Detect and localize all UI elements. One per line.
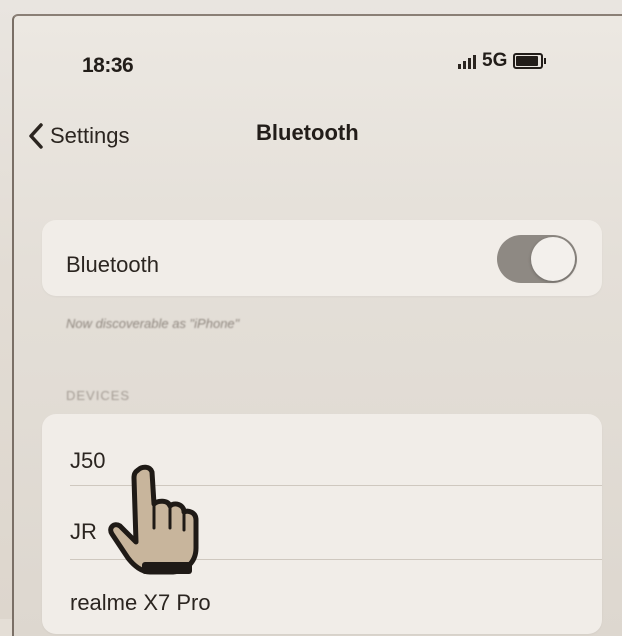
status-indicators: 5G xyxy=(458,50,547,72)
toggle-knob xyxy=(531,237,575,281)
battery-fill xyxy=(516,56,539,66)
bluetooth-label: Bluetooth xyxy=(66,252,159,277)
navigation-bar: Settings Bluetooth xyxy=(0,110,622,160)
device-name: JR xyxy=(70,519,97,544)
page-title: Bluetooth xyxy=(256,120,359,145)
devices-section-header: DEVICES xyxy=(66,388,131,403)
battery-icon xyxy=(513,53,547,69)
discoverable-note: Now discoverable as "iPhone" xyxy=(66,316,240,331)
bluetooth-toggle[interactable] xyxy=(497,235,577,283)
signal-bars-icon xyxy=(458,53,476,69)
pointing-hand-icon xyxy=(108,464,199,575)
status-time: 18:36 xyxy=(82,54,134,77)
status-bar: 18:36 5G xyxy=(0,0,622,80)
back-button[interactable]: Settings xyxy=(28,122,130,150)
photo-frame: 18:36 5G Settings Bluetooth Bluetooth No… xyxy=(0,0,622,636)
network-type: 5G xyxy=(482,50,508,71)
device-name: realme X7 Pro xyxy=(70,590,211,615)
back-label: Settings xyxy=(50,123,130,148)
chevron-left-icon xyxy=(29,123,43,149)
